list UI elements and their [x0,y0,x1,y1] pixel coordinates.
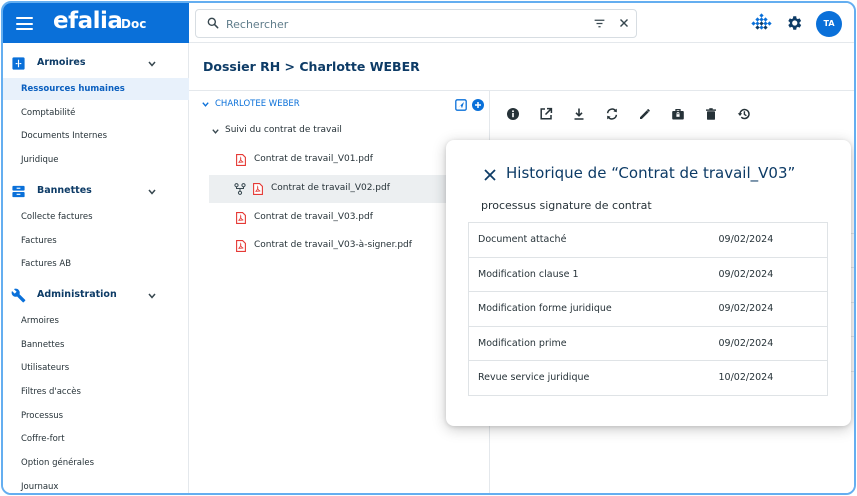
sync-icon[interactable] [605,107,619,121]
tree-root-label: CHARLOTEE WEBER [215,99,300,109]
download-icon[interactable] [572,107,586,121]
history-date: 09/02/2024 [710,222,828,258]
history-event: Modification clause 1 [468,256,711,292]
sidebar-section-label: Administration [37,289,117,300]
folder-tree: CHARLOTEE WEBER Suivi du contrat de trav… [189,91,490,493]
history-event: Modification forme juridique [468,291,711,327]
sidebar-item-filtres-acces[interactable]: Filtres d'accès [3,381,189,403]
sidebar-section-armoires[interactable]: Armoires [3,53,189,75]
history-event: Revue service juridique [468,360,711,396]
tree-file[interactable]: Contrat de travail_V03.pdf [209,204,469,232]
table-row: Modification clause 1 09/02/2024 [468,256,828,292]
table-row: Revue service juridique 10/02/2024 [468,360,828,396]
history-event: Modification prime [468,325,711,361]
table-row: Document attaché 09/02/2024 [468,222,828,258]
add-circle-icon[interactable] [472,99,484,111]
file-name: Contrat de travail_V02.pdf [271,183,390,193]
edit-pencil-icon[interactable] [638,107,652,121]
dialog-subtitle: processus signature de contrat [481,199,652,212]
info-icon[interactable] [506,107,520,121]
history-event: Document attaché [468,222,711,258]
chevron-down-icon[interactable] [211,127,220,136]
search-input[interactable] [226,14,566,34]
file-name: Contrat de travail_V03.pdf [254,212,373,222]
inbox-icon [12,185,25,198]
file-name: Contrat de travail_V03-à-signer.pdf [254,240,412,250]
wrench-icon [11,288,26,303]
history-date: 10/02/2024 [710,360,828,396]
table-row: Modification prime 09/02/2024 [468,325,828,361]
sidebar-item-processus[interactable]: Processus [3,405,189,427]
pdf-file-icon [253,183,263,195]
sidebar-section-label: Bannettes [37,185,92,196]
sidebar-item-ressources-humaines[interactable]: Ressources humaines [3,78,189,100]
sidebar-item-armoires[interactable]: Armoires [3,310,189,332]
send-box-icon[interactable] [455,99,467,111]
sidebar-item-option-generales[interactable]: Option générales [3,452,189,474]
chevron-down-icon[interactable] [201,100,210,109]
sidebar-item-factures[interactable]: Factures [3,230,189,252]
logo-block: efalia Doc [3,3,189,43]
sidebar-section-bannettes[interactable]: Bannettes [3,181,189,203]
tree-file-selected[interactable]: Contrat de travail_V02.pdf [209,175,469,203]
sidebar-item-juridique[interactable]: Juridique [3,149,189,171]
cabinet-icon [12,57,25,70]
table-row: Modification forme juridique 09/02/2024 [468,291,828,327]
sidebar-item-factures-ab[interactable]: Factures AB [3,253,189,275]
workflow-icon [234,183,246,195]
sidebar-item-utilisateurs[interactable]: Utilisateurs [3,357,189,379]
sidebar-item-collecte-factures[interactable]: Collecte factures [3,206,189,228]
app-logo-suffix: Doc [121,17,147,31]
history-dialog: Historique de “Contrat de travail_V03” p… [446,140,851,426]
search-icon [207,17,219,29]
pdf-file-icon [236,240,246,252]
menu-icon[interactable] [16,17,33,30]
app-logo: efalia [53,8,123,34]
history-table: Document attaché 09/02/2024 Modification … [468,222,828,396]
sidebar-item-documents-internes[interactable]: Documents Internes [3,125,189,147]
filter-icon[interactable] [593,17,606,30]
delete-trash-icon[interactable] [704,107,718,121]
sidebar-item-comptabilite[interactable]: Comptabilité [3,102,189,124]
sidebar-item-coffre-fort[interactable]: Coffre-fort [3,428,189,450]
sidebar-item-journaux[interactable]: Journaux [3,476,189,493]
tree-file[interactable]: Contrat de travail_V03-à-signer.pdf [209,232,469,260]
close-icon[interactable] [483,168,497,182]
tree-file[interactable]: Contrat de travail_V01.pdf [209,146,469,174]
file-name: Contrat de travail_V01.pdf [254,154,373,164]
apps-diamond-icon[interactable] [751,13,773,33]
open-external-icon[interactable] [539,107,553,121]
history-icon[interactable] [737,107,751,121]
chevron-down-icon[interactable] [147,291,157,301]
clear-search-icon[interactable] [617,16,631,30]
app-window: efalia Doc Rechercher TA Armoires Ressou… [1,1,856,495]
chevron-down-icon[interactable] [147,59,157,69]
dialog-title: Historique de “Contrat de travail_V03” [506,164,796,182]
history-date: 09/02/2024 [710,291,828,327]
history-date: 09/02/2024 [710,256,828,292]
history-date: 09/02/2024 [710,325,828,361]
pdf-file-icon [236,154,246,166]
sidebar-item-bannettes[interactable]: Bannettes [3,334,189,356]
sidebar-section-label: Armoires [37,57,86,68]
chevron-down-icon[interactable] [147,187,157,197]
tree-folder-label: Suivi du contrat de travail [225,125,342,135]
user-avatar[interactable]: TA [816,11,842,37]
sidebar-section-administration[interactable]: Administration [3,285,189,307]
sidebar: Armoires Ressources humaines Comptabilit… [3,43,189,493]
breadcrumb: Dossier RH > Charlotte WEBER [203,59,420,74]
briefcase-lock-icon[interactable] [671,107,685,121]
settings-gear-icon[interactable] [785,14,803,32]
pdf-file-icon [236,212,246,224]
search-box [195,9,637,38]
top-bar: TA [189,3,854,43]
